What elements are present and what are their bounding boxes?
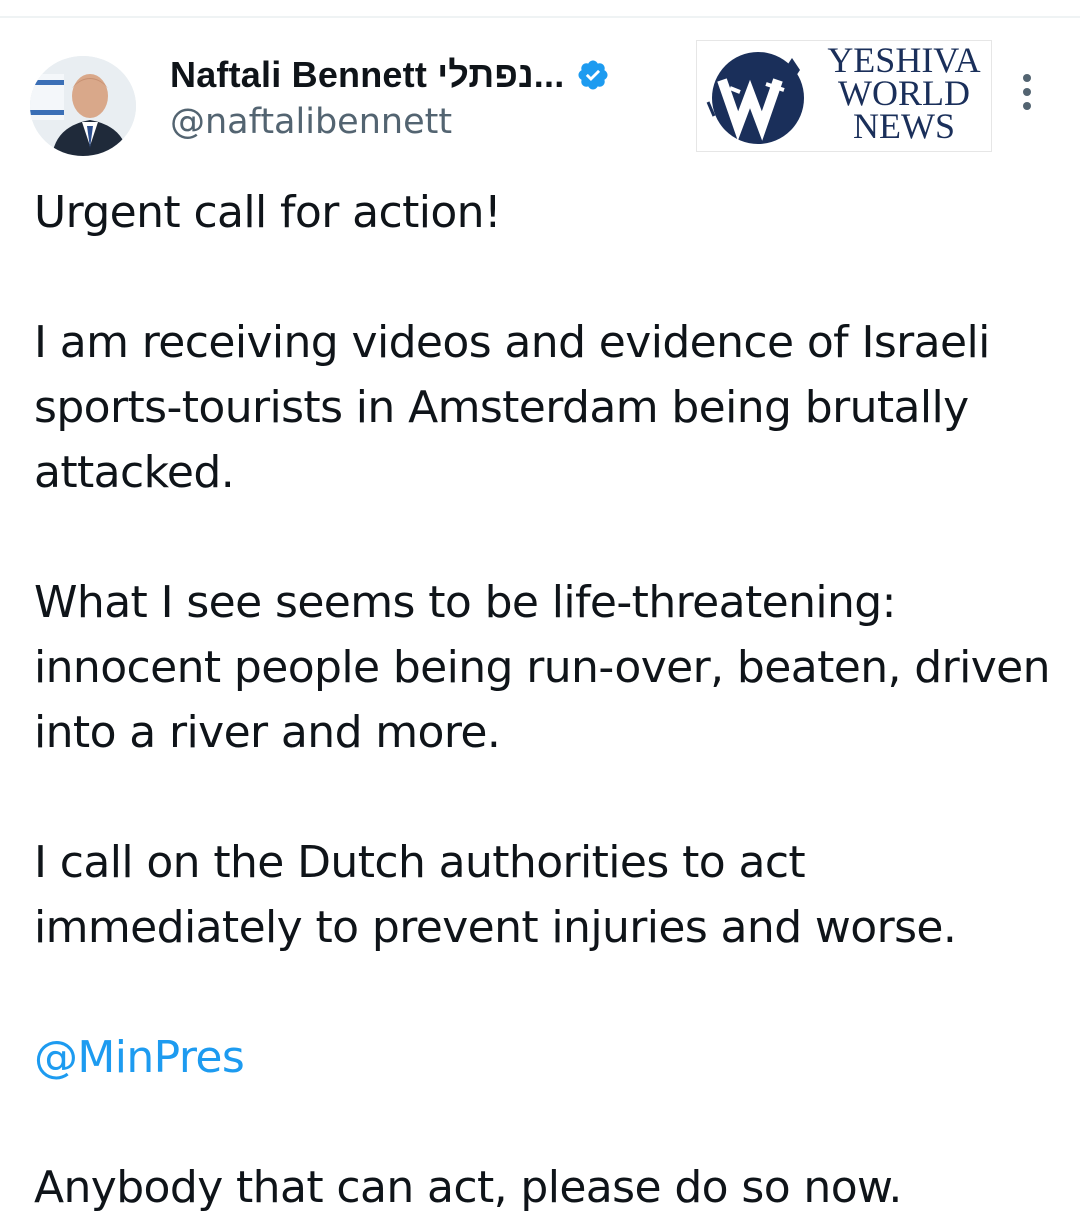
author-name-row[interactable]: Naftali Bennett נפתלי... bbox=[170, 50, 610, 100]
avatar[interactable] bbox=[30, 56, 136, 156]
tweet-paragraph-1: Urgent call for action! bbox=[34, 187, 502, 238]
tweet-paragraph-5: Anybody that can act, please do so now. bbox=[34, 1162, 902, 1213]
tweet-paragraph-4: I call on the Dutch authorities to act i… bbox=[34, 837, 957, 953]
watermark-line-3: NEWS bbox=[853, 106, 955, 146]
tweet-paragraph-3: What I see seems to be life-threatening:… bbox=[34, 577, 1051, 758]
author-handle[interactable]: @naftalibennett bbox=[170, 102, 452, 142]
watermark-text: YESHIVA WORLD NEWS bbox=[818, 42, 990, 146]
verified-badge-icon bbox=[576, 58, 610, 92]
more-options-icon[interactable] bbox=[1012, 72, 1042, 112]
more-dot bbox=[1023, 88, 1031, 96]
more-dot bbox=[1023, 74, 1031, 82]
top-divider bbox=[0, 16, 1080, 18]
avatar-image bbox=[30, 56, 136, 156]
yeshiva-world-news-logo-icon bbox=[700, 40, 812, 152]
mention-link[interactable]: @MinPres bbox=[34, 1032, 245, 1083]
tweet-text: Urgent call for action! I am receiving v… bbox=[34, 180, 1054, 1220]
display-name[interactable]: Naftali Bennett נפתלי... bbox=[170, 54, 564, 96]
tweet-paragraph-2: I am receiving videos and evidence of Is… bbox=[34, 317, 990, 498]
more-dot bbox=[1023, 102, 1031, 110]
